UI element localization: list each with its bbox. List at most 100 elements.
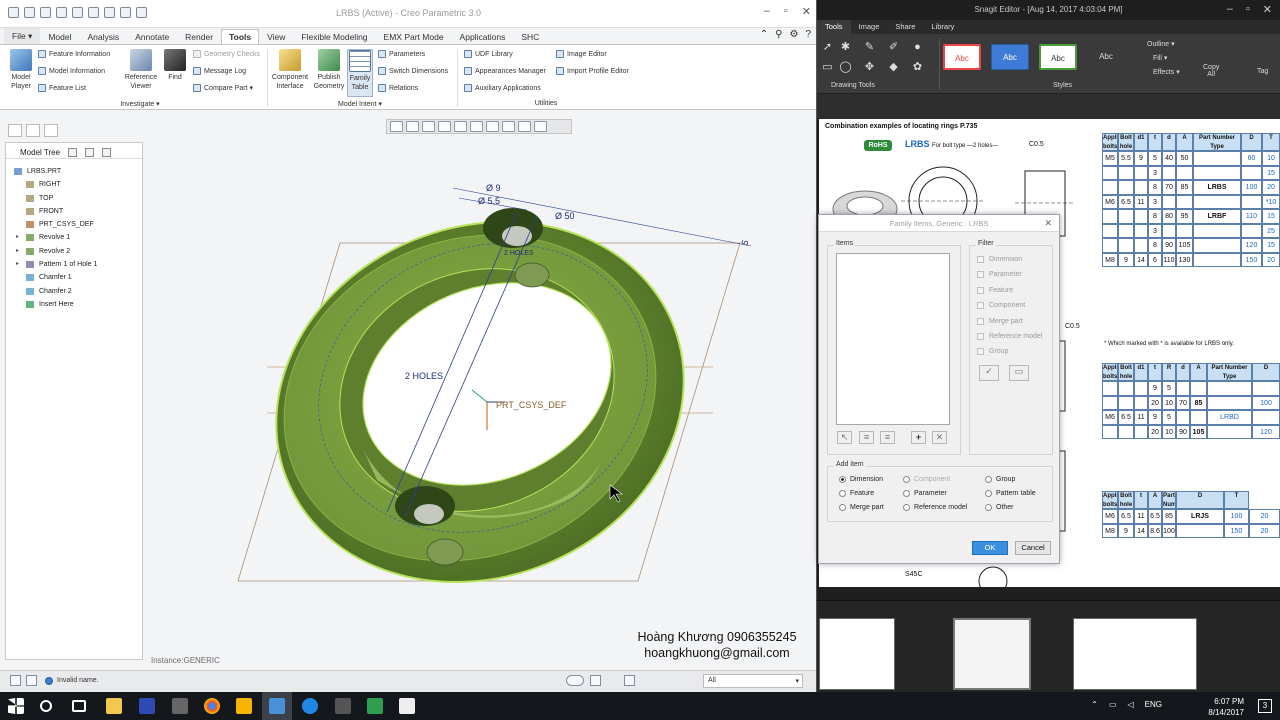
snagit-tab-tools[interactable]: Tools bbox=[817, 20, 851, 34]
tree-item[interactable]: RIGHT bbox=[6, 178, 142, 191]
dim-cbore-diameter[interactable]: Ø 5.5 bbox=[478, 196, 500, 206]
udf-library-button[interactable]: UDF Library bbox=[464, 50, 513, 58]
add-item-radio[interactable]: Component bbox=[903, 476, 950, 483]
zoom-out-icon[interactable] bbox=[422, 121, 435, 132]
refit-icon[interactable] bbox=[390, 121, 403, 132]
app-icon[interactable] bbox=[399, 698, 415, 714]
language-indicator[interactable]: ENG bbox=[1145, 700, 1162, 709]
start-icon[interactable] bbox=[8, 698, 24, 714]
add-item-radio[interactable]: Reference model bbox=[903, 504, 967, 511]
tab-applications[interactable]: Applications bbox=[452, 29, 514, 44]
snagit-tab-library[interactable]: Library bbox=[923, 20, 962, 34]
tree-expand-icon[interactable]: ▸ bbox=[16, 258, 19, 271]
maximize-icon[interactable]: ▫ bbox=[784, 5, 788, 18]
tree-item[interactable]: Chamfer 2 bbox=[6, 285, 142, 298]
appearances-manager-button[interactable]: Appearances Manager bbox=[464, 67, 546, 75]
add-item-radio[interactable]: Other bbox=[985, 504, 1014, 511]
tree-expand-icon[interactable]: ▸ bbox=[16, 245, 19, 258]
reference-viewer-button[interactable]: Reference Viewer bbox=[122, 49, 160, 91]
copy-all-button[interactable]: Copy All bbox=[1203, 64, 1219, 78]
tree-item[interactable]: ▸ Revolve 2 bbox=[6, 245, 142, 258]
eraser-tool-icon[interactable]: ◆ bbox=[885, 60, 902, 74]
tab-file[interactable]: File ▾ bbox=[4, 28, 41, 44]
fill-dropdown[interactable]: Fill ▾ bbox=[1153, 54, 1167, 62]
tab-flexible-modeling[interactable]: Flexible Modeling bbox=[293, 29, 375, 44]
filter-checkbox[interactable]: Group bbox=[977, 348, 1008, 356]
tree-item[interactable]: ▸ Pattern 1 of Hole 1 bbox=[6, 258, 142, 271]
repaint-icon[interactable] bbox=[438, 121, 451, 132]
style-plain-text[interactable]: Abc bbox=[1087, 44, 1125, 70]
tag-button[interactable]: Tag bbox=[1257, 68, 1268, 75]
notification-icon[interactable]: 3 bbox=[1258, 699, 1272, 713]
task-view-icon[interactable] bbox=[72, 700, 86, 712]
tree-item[interactable]: ▸ Revolve 1 bbox=[6, 231, 142, 244]
creo-taskbar-icon[interactable] bbox=[269, 698, 285, 714]
tab-render[interactable]: Render bbox=[177, 29, 221, 44]
group-investigate[interactable]: Investigate ▾ bbox=[90, 100, 190, 108]
tab-analysis[interactable]: Analysis bbox=[79, 29, 127, 44]
chevron-up-icon[interactable]: ⌃ bbox=[1091, 700, 1098, 709]
family-table-button[interactable]: Family Table bbox=[347, 49, 373, 97]
chrome-icon[interactable] bbox=[204, 698, 220, 714]
zoom-in-icon[interactable] bbox=[406, 121, 419, 132]
model-information-button[interactable]: Model Information bbox=[38, 67, 105, 75]
dim-hole-diameter[interactable]: Ø 9 bbox=[486, 183, 501, 193]
model-player-button[interactable]: Model Player bbox=[8, 49, 34, 91]
feature-list-button[interactable]: Feature List bbox=[38, 84, 86, 92]
filter-checkbox[interactable]: Component bbox=[977, 302, 1025, 310]
model-tree-tab-icon[interactable] bbox=[8, 124, 22, 137]
group-model-intent[interactable]: Model Intent ▾ bbox=[310, 100, 410, 108]
tab-view[interactable]: View bbox=[259, 29, 293, 44]
selection-filter-select[interactable]: All ▾ bbox=[703, 674, 803, 688]
compare-part-button[interactable]: Compare Part ▾ bbox=[193, 84, 253, 92]
selection-filter-icon[interactable] bbox=[624, 675, 635, 686]
style-blue-arrow[interactable]: Abc bbox=[991, 44, 1029, 70]
display-style-icon[interactable] bbox=[486, 121, 499, 132]
tray-thumbnail-selected[interactable] bbox=[953, 618, 1031, 690]
add-icon[interactable]: + bbox=[911, 431, 926, 444]
style-green-box[interactable]: Abc bbox=[1039, 44, 1077, 70]
move-tool-icon[interactable]: ✥ bbox=[861, 60, 878, 74]
flag-icon[interactable] bbox=[590, 675, 601, 686]
add-item-radio[interactable]: Group bbox=[985, 476, 1015, 483]
settings-icon[interactable]: ⚙ bbox=[789, 29, 798, 40]
dim-2-holes-note[interactable]: 2 HOLES bbox=[504, 250, 534, 257]
filter-checkbox[interactable]: Feature bbox=[977, 286, 1013, 294]
move-up-icon[interactable]: ≡ bbox=[859, 431, 874, 444]
snagit-taskbar-icon[interactable] bbox=[335, 698, 351, 714]
tree-show-icon[interactable] bbox=[102, 147, 112, 157]
folder-browser-tab-icon[interactable] bbox=[26, 124, 40, 137]
remove-icon[interactable]: ✕ bbox=[932, 431, 947, 444]
pen-tool-icon[interactable]: ✎ bbox=[861, 40, 878, 54]
named-views-icon[interactable] bbox=[470, 121, 483, 132]
filter-checkbox[interactable]: Reference model bbox=[977, 333, 1042, 340]
publish-geometry-button[interactable]: Publish Geometry bbox=[312, 49, 346, 91]
app-icon[interactable] bbox=[236, 698, 252, 714]
switch-dimensions-button[interactable]: Switch Dimensions bbox=[378, 67, 448, 75]
filter-checkbox[interactable]: Parameter bbox=[977, 271, 1022, 279]
shape-tool-icon[interactable]: ◯ bbox=[837, 60, 854, 74]
dim-outer-diameter[interactable]: Ø 50 bbox=[555, 211, 575, 221]
saved-orientations-icon[interactable] bbox=[454, 121, 467, 132]
tree-settings-icon[interactable] bbox=[68, 147, 78, 157]
geometry-checks-button[interactable]: Geometry Checks bbox=[193, 50, 260, 58]
move-down-icon[interactable]: ≡ bbox=[880, 431, 895, 444]
graphics-area[interactable]: Ø 9 Ø 5.5 Ø 50 5 2 HOLES 2 HOLES PRT_CSY… bbox=[147, 140, 815, 668]
dim-radius[interactable]: 5 bbox=[739, 239, 750, 247]
stamp-tool-icon[interactable]: ✱ bbox=[837, 40, 854, 54]
add-item-radio[interactable]: Pattern table bbox=[985, 490, 1036, 497]
app-icon[interactable] bbox=[302, 698, 318, 714]
minimize-icon[interactable]: – bbox=[1227, 3, 1233, 16]
snagit-tab-share[interactable]: Share bbox=[887, 20, 923, 34]
tab-shc[interactable]: SHC bbox=[513, 29, 547, 44]
maximize-icon[interactable]: ▫ bbox=[1246, 3, 1250, 16]
check-all-icon[interactable]: ✓ bbox=[979, 365, 999, 381]
tree-item[interactable]: TOP bbox=[6, 192, 142, 205]
store-icon[interactable] bbox=[172, 698, 188, 714]
search-icon[interactable] bbox=[40, 700, 52, 712]
minimize-icon[interactable]: – bbox=[764, 5, 770, 18]
outline-dropdown[interactable]: Outline ▾ bbox=[1147, 40, 1175, 48]
camtasia-taskbar-icon[interactable] bbox=[367, 698, 383, 714]
tree-filters-icon[interactable] bbox=[85, 147, 95, 157]
auxiliary-applications-button[interactable]: Auxiliary Applications bbox=[464, 84, 541, 92]
